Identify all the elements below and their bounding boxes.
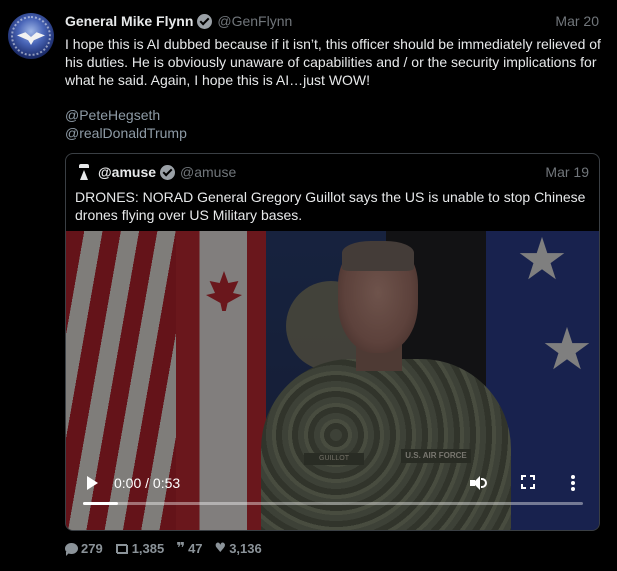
- quoted-avatar[interactable]: [76, 164, 92, 180]
- quoted-author-handle[interactable]: @amuse: [180, 164, 236, 180]
- tweet-actions: 279 1,385 ❞ 47 ♥ 3,136: [65, 541, 274, 556]
- video-controls: 0:00 / 0:53: [66, 471, 599, 530]
- quoted-author-name[interactable]: @amuse: [98, 164, 156, 180]
- corner: [530, 484, 535, 489]
- dot: [571, 481, 575, 485]
- quoted-tweet[interactable]: @amuse @amuse Mar 19 DRONES: NORAD Gener…: [65, 153, 600, 531]
- tweet-date[interactable]: Mar 20: [555, 13, 599, 29]
- mention-link[interactable]: @realDonaldTrump: [65, 125, 187, 141]
- like-button[interactable]: ♥ 3,136: [215, 541, 262, 556]
- like-icon: ♥: [214, 541, 227, 556]
- retweet-count: 1,385: [131, 541, 165, 556]
- more-options-icon[interactable]: [570, 475, 576, 491]
- author-avatar[interactable]: [8, 13, 54, 59]
- retweet-icon: [115, 543, 129, 554]
- author-handle[interactable]: @GenFlynn: [217, 13, 292, 29]
- quoted-tweet-header: @amuse @amuse Mar 19: [76, 163, 589, 181]
- quote-button[interactable]: ❞ 47: [176, 539, 203, 557]
- reply-count: 279: [81, 541, 103, 556]
- quoted-tweet-date[interactable]: Mar 19: [545, 164, 589, 180]
- video-progress-bar[interactable]: [83, 502, 583, 505]
- quote-icon: ❞: [176, 539, 186, 557]
- author-name[interactable]: General Mike Flynn: [65, 13, 193, 29]
- fullscreen-icon[interactable]: [521, 475, 535, 489]
- tweet-text: I hope this is AI dubbed because if it i…: [65, 36, 601, 88]
- reply-icon: [65, 543, 78, 556]
- like-count: 3,136: [229, 541, 262, 556]
- hat-icon: [79, 164, 89, 168]
- retweet-button[interactable]: 1,385: [115, 541, 165, 556]
- volume-icon[interactable]: [469, 475, 489, 491]
- figure-icon: [80, 170, 88, 180]
- mention-link[interactable]: @PeteHegseth: [65, 107, 160, 123]
- verified-icon: [160, 164, 176, 180]
- quote-count: 47: [188, 541, 203, 556]
- corner: [521, 475, 526, 480]
- avatar-ring: [11, 16, 51, 56]
- reply-button[interactable]: 279: [65, 541, 103, 556]
- play-icon[interactable]: [84, 475, 100, 491]
- dot: [571, 475, 575, 479]
- quoted-tweet-text: DRONES: NORAD General Gregory Guillot sa…: [75, 189, 586, 223]
- video-progress-fill: [83, 502, 118, 505]
- corner: [530, 475, 535, 480]
- speaker-cone: [473, 476, 480, 490]
- sound-wave: [481, 478, 487, 488]
- video-time: 0:00 / 0:53: [114, 475, 181, 491]
- video-player[interactable]: ★ ★ GUILLOT U.S. AIR FORCE 0:00 / 0:53: [66, 231, 599, 530]
- corner: [521, 484, 526, 489]
- verified-icon: [197, 13, 213, 29]
- dot: [571, 487, 575, 491]
- tweet-header: General Mike Flynn @GenFlynn Mar 20: [65, 12, 599, 30]
